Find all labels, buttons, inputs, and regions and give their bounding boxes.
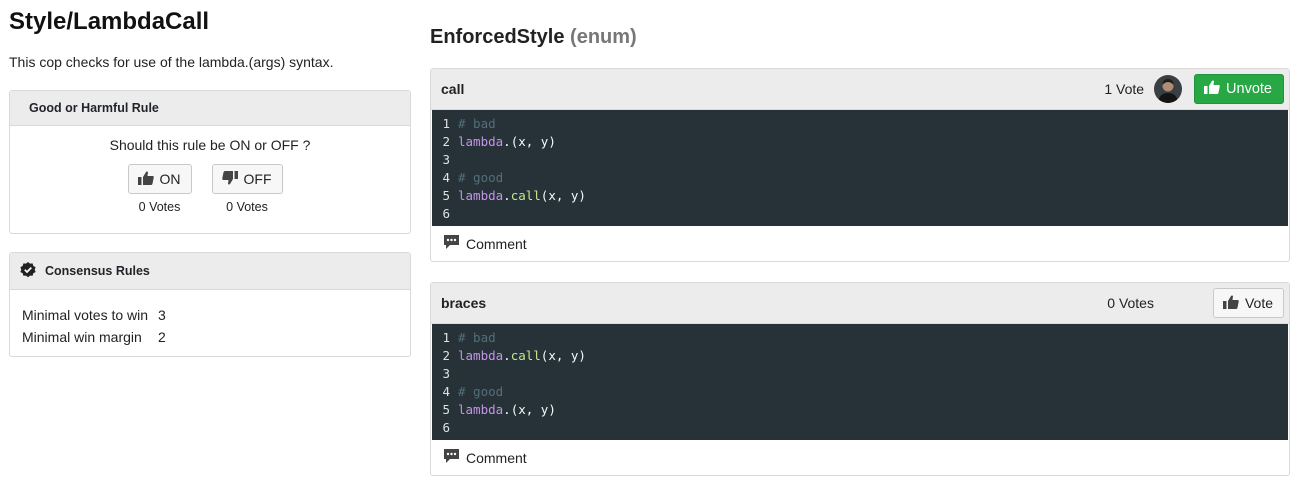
off-button[interactable]: OFF <box>211 164 283 194</box>
vote-button[interactable]: Vote <box>1212 288 1284 318</box>
check-circle-icon <box>20 261 36 281</box>
option-vote-count: 0 Votes <box>1107 295 1154 311</box>
consensus-row: Minimal votes to win 3 <box>22 304 398 326</box>
comment-label: Comment <box>466 449 527 466</box>
good-or-harmful-card: Good or Harmful Rule Should this rule be… <box>9 90 411 234</box>
code-line: 4 # good <box>442 384 504 399</box>
consensus-rules-card: Consensus Rules Minimal votes to win 3 M… <box>9 252 411 357</box>
thumbs-up-icon <box>1222 295 1239 312</box>
option-card-call: call 1 Vote Unvote 1 # bad 2 lambda. (x, y)… <box>430 68 1290 262</box>
thumbs-down-icon <box>221 170 238 188</box>
code-line: 6 <box>442 206 450 221</box>
comment-label: Comment <box>466 235 527 252</box>
code-block: 1 # bad 2 lambda. (x, y) 3 4 # good 5 lambda.… <box>432 110 1288 226</box>
code-line: 3 <box>442 152 450 167</box>
thumbs-up-icon <box>137 171 154 188</box>
page-description: This cop checks for use of the lambda.(a… <box>9 54 334 70</box>
comment-button[interactable]: Comment <box>431 226 1289 261</box>
comment-icon <box>443 448 460 467</box>
thumbs-up-icon <box>1204 80 1220 98</box>
on-button[interactable]: ON <box>127 164 192 194</box>
enforced-style-title: EnforcedStyle (enum) <box>430 25 1290 49</box>
consensus-label: Minimal win margin <box>22 329 142 345</box>
avatar[interactable] <box>1154 75 1183 103</box>
consensus-label: Minimal votes to win <box>22 307 149 323</box>
code-line: 5 lambda. call (x, y) <box>442 188 586 203</box>
option-name: call <box>441 81 465 97</box>
code-line: 6 <box>442 420 450 435</box>
right-column: EnforcedStyle (enum) call 1 Vote Unvote … <box>430 0 1290 476</box>
consensus-value: 3 <box>158 307 166 323</box>
code-line: 3 <box>442 366 450 381</box>
code-line: 5 lambda. (x, y) <box>442 402 556 417</box>
unvote-button-label: Unvote <box>1226 81 1272 97</box>
option-name: braces <box>441 295 487 311</box>
code-line: 1 # bad <box>442 116 496 131</box>
option-card-braces: braces 0 Votes Vote 1 # bad 2 lambda. call(… <box>430 282 1290 476</box>
option-header: braces 0 Votes Vote <box>431 283 1289 324</box>
comment-button[interactable]: Comment <box>431 440 1289 475</box>
good-or-harmful-header: Good or Harmful Rule <box>10 91 410 126</box>
code-line: 2 lambda. (x, y) <box>442 134 556 149</box>
off-button-label: OFF <box>243 171 272 187</box>
code-line: 1 # bad <box>442 330 496 345</box>
on-button-label: ON <box>159 171 181 187</box>
rule-question: Should this rule be ON or OFF ? <box>109 137 311 153</box>
left-column: Style/LambdaCall This cop checks for use… <box>9 0 411 357</box>
code-line: 4 # good <box>442 170 504 185</box>
unvote-button[interactable]: Unvote <box>1194 74 1284 104</box>
off-vote-count: 0 Votes <box>226 200 268 214</box>
consensus-value: 2 <box>158 329 166 345</box>
option-header: call 1 Vote Unvote <box>431 69 1289 110</box>
option-vote-count: 1 Vote <box>1104 81 1145 97</box>
consensus-rules-title: Consensus Rules <box>45 264 150 278</box>
code-block: 1 # bad 2 lambda. call (x, y) 3 4 # good 5 lam… <box>432 324 1288 440</box>
code-line: 2 lambda. call (x, y) <box>442 348 586 363</box>
on-vote-count: 0 Votes <box>138 200 181 214</box>
page-title: Style/LambdaCall <box>9 8 210 35</box>
consensus-rules-header: Consensus Rules <box>10 253 410 290</box>
comment-icon <box>443 234 460 253</box>
enforced-style-type: (enum) <box>570 26 637 48</box>
vote-button-label: Vote <box>1244 295 1273 311</box>
consensus-row: Minimal win margin 2 <box>22 326 398 348</box>
enforced-style-name: EnforcedStyle <box>430 26 565 48</box>
